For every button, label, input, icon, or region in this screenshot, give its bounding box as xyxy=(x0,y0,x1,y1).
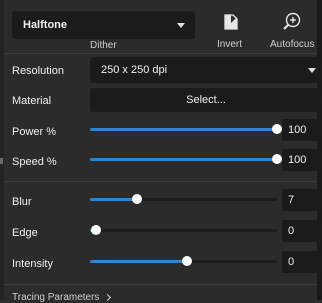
section-divider xyxy=(4,53,317,54)
speed-input[interactable]: 100 xyxy=(282,149,322,171)
edge-slider[interactable] xyxy=(90,223,277,237)
section-divider xyxy=(4,181,317,182)
speed-slider[interactable] xyxy=(90,152,282,166)
tracing-parameters-label: Tracing Parameters xyxy=(12,292,100,303)
dither-mode-value: Halftone xyxy=(23,19,67,31)
resolution-label: Resolution xyxy=(12,65,64,77)
invert-button[interactable]: Invert xyxy=(214,10,248,50)
intensity-value: 0 xyxy=(288,256,295,268)
left-panel-edge xyxy=(0,0,4,300)
slider-fill xyxy=(90,198,137,201)
slider-thumb[interactable] xyxy=(272,124,282,134)
speed-label: Speed % xyxy=(12,156,57,168)
collapse-handle[interactable] xyxy=(0,158,3,164)
slider-fill xyxy=(90,260,188,263)
edge-label: Edge xyxy=(12,227,38,239)
power-slider[interactable] xyxy=(90,122,282,136)
intensity-slider[interactable] xyxy=(90,254,277,268)
blur-input[interactable]: 7 xyxy=(282,189,322,211)
autofocus-icon xyxy=(282,11,302,34)
power-label: Power % xyxy=(12,126,57,138)
resolution-value: 250 x 250 dpi xyxy=(101,64,168,76)
edge-input[interactable]: 0 xyxy=(282,220,322,242)
chevron-down-icon xyxy=(308,68,316,73)
material-label: Material xyxy=(12,95,52,107)
invert-icon xyxy=(224,14,238,33)
chevron-down-icon xyxy=(177,23,185,28)
blur-slider[interactable] xyxy=(90,192,277,206)
power-input[interactable]: 100 xyxy=(282,119,322,141)
tracing-parameters-header[interactable]: Tracing Parameters xyxy=(12,292,112,303)
material-select-button[interactable]: Select... xyxy=(90,88,322,112)
slider-fill xyxy=(90,128,277,131)
speed-value: 100 xyxy=(288,154,307,166)
blur-label: Blur xyxy=(12,196,32,208)
dither-mode-select[interactable]: Halftone xyxy=(12,11,195,39)
autofocus-label: Autofocus xyxy=(270,39,315,50)
edge-value: 0 xyxy=(288,225,295,237)
intensity-label: Intensity xyxy=(12,258,53,270)
invert-label: Invert xyxy=(217,39,243,50)
section-divider xyxy=(4,284,317,285)
slider-thumb[interactable] xyxy=(90,225,101,235)
slider-track xyxy=(90,229,277,232)
intensity-input[interactable]: 0 xyxy=(282,251,322,273)
slider-thumb[interactable] xyxy=(272,154,282,164)
slider-fill xyxy=(90,158,277,161)
resolution-select[interactable]: 250 x 250 dpi xyxy=(90,57,322,83)
blur-value: 7 xyxy=(288,194,295,206)
slider-thumb[interactable] xyxy=(131,194,142,204)
power-value: 100 xyxy=(288,124,307,136)
slider-thumb[interactable] xyxy=(182,256,193,266)
autofocus-button[interactable]: Autofocus xyxy=(266,10,318,50)
dither-caption: Dither xyxy=(90,40,117,51)
